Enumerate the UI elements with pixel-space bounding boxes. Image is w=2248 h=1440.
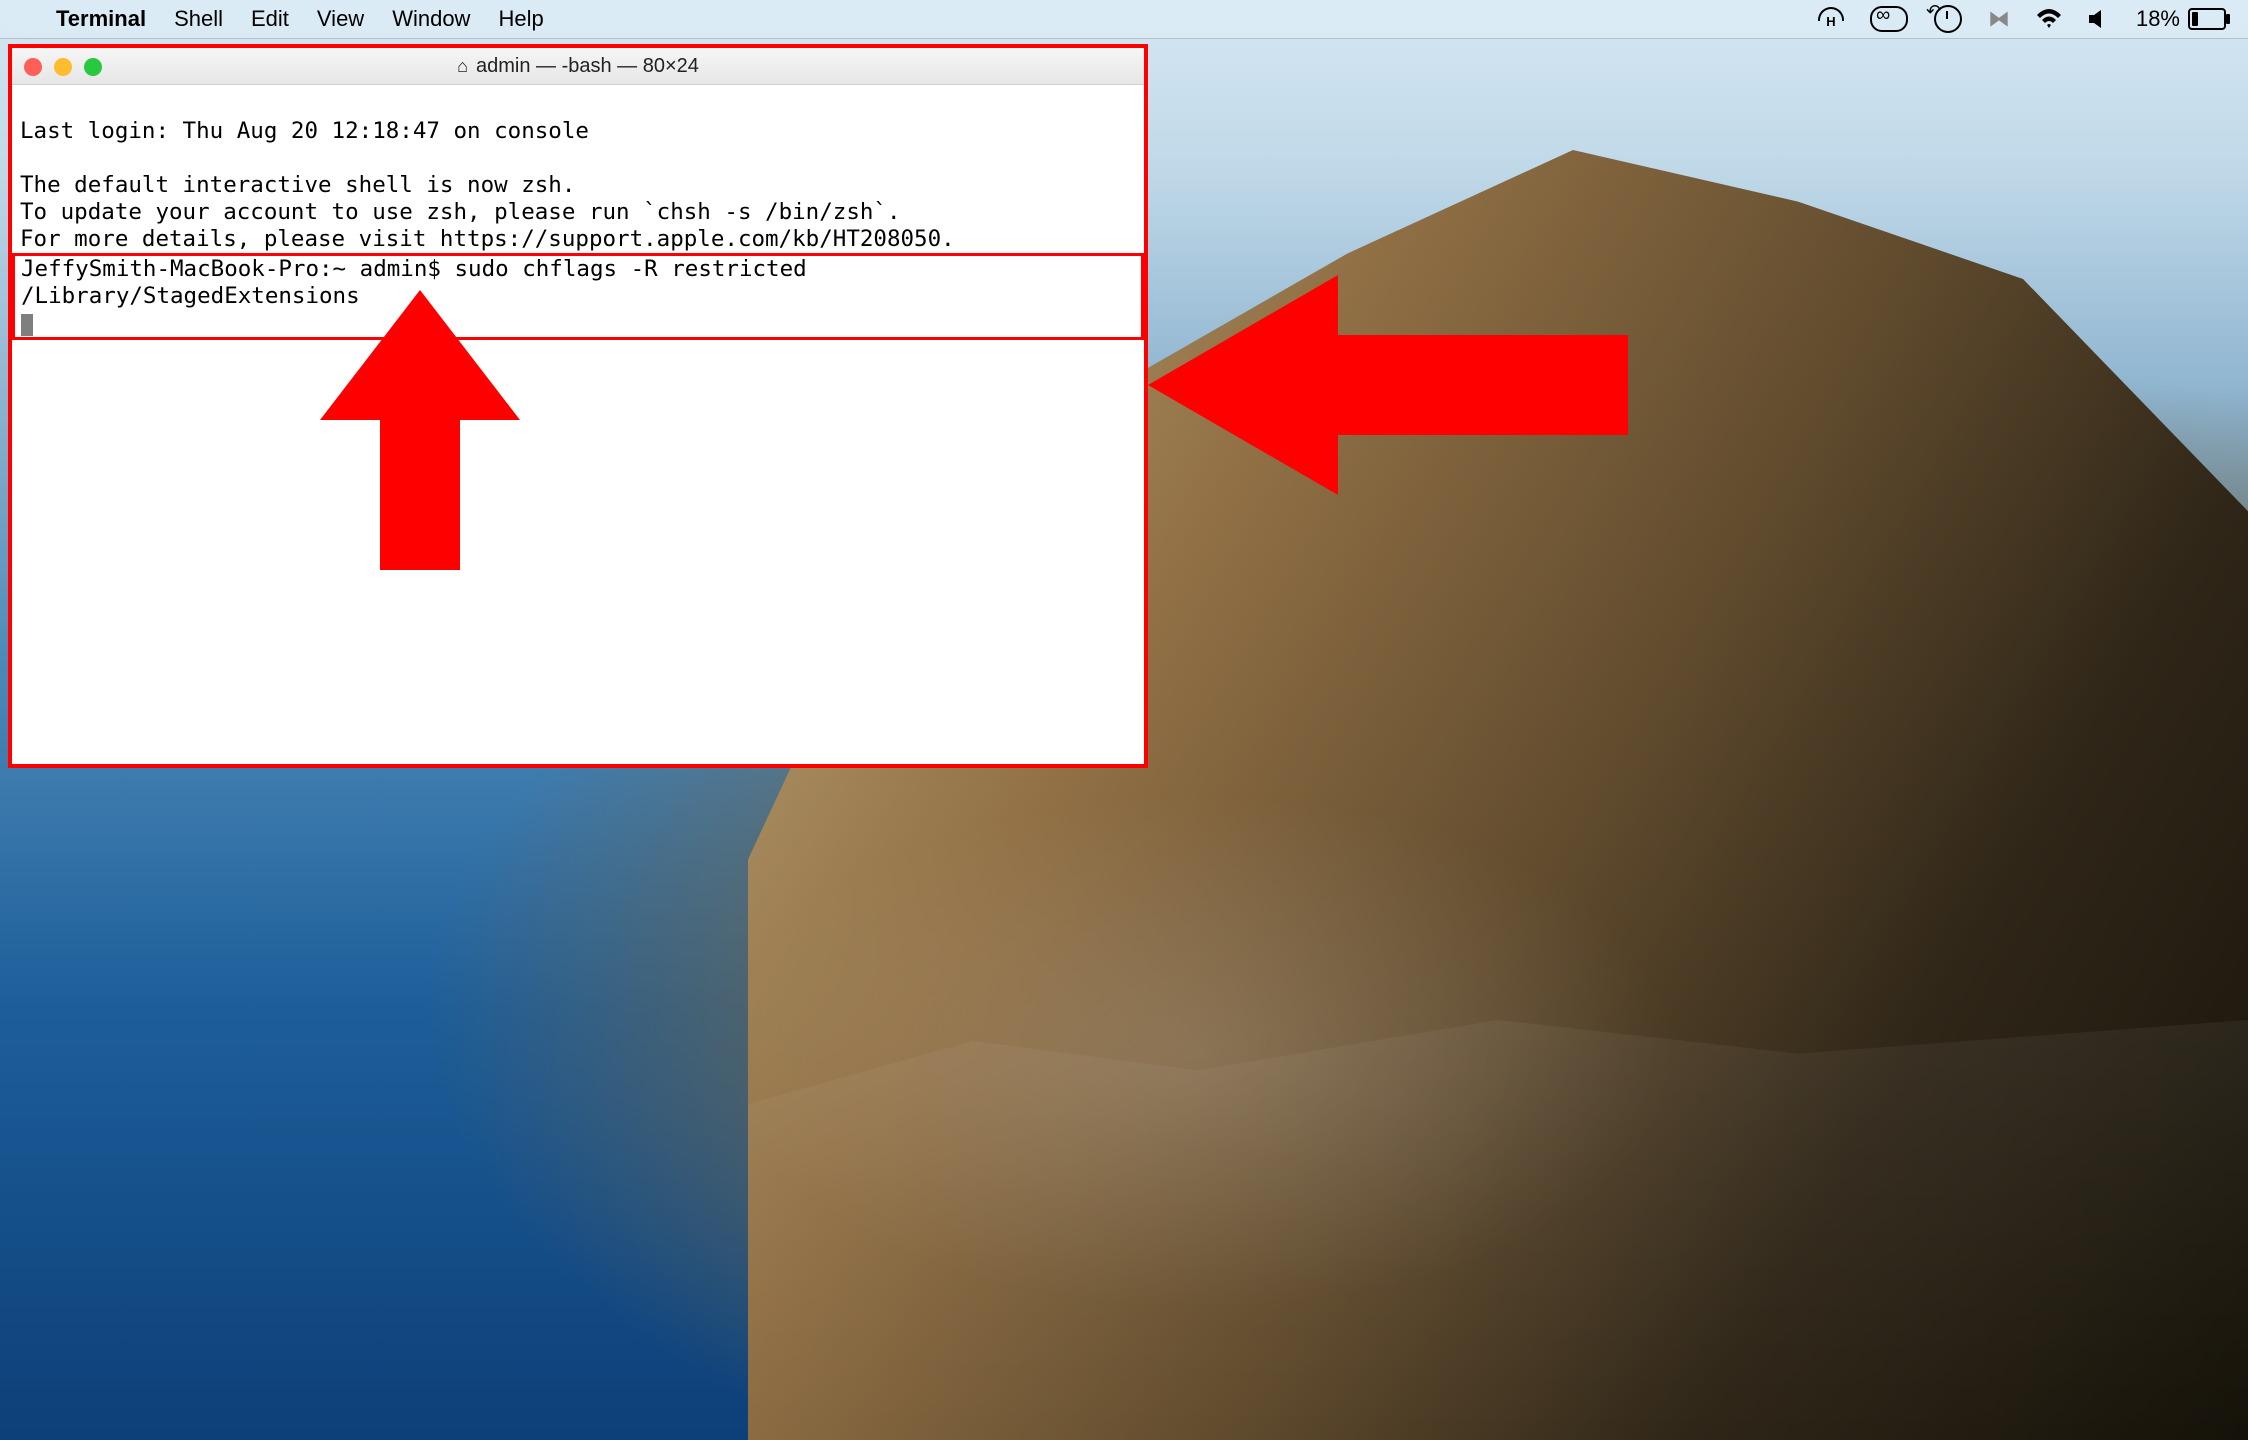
- window-minimize-button[interactable]: [54, 58, 72, 76]
- battery-status[interactable]: 18%: [2136, 6, 2226, 32]
- terminal-line: To update your account to use zsh, pleas…: [20, 199, 901, 225]
- terminal-prompt: JeffySmith-MacBook-Pro:~ admin$: [21, 256, 454, 282]
- window-close-button[interactable]: [24, 58, 42, 76]
- terminal-line: For more details, please visit https://s…: [20, 226, 955, 252]
- bluetooth-off-icon[interactable]: ⧓: [1988, 6, 2010, 32]
- creative-cloud-icon[interactable]: [1870, 6, 1908, 32]
- terminal-window-highlight: ⌂ admin — -bash — 80×24 Last login: Thu …: [8, 44, 1148, 768]
- battery-icon: [2188, 8, 2226, 30]
- menubar-item-help[interactable]: Help: [498, 6, 543, 32]
- volume-icon[interactable]: [2088, 9, 2110, 29]
- wifi-icon[interactable]: [2036, 9, 2062, 29]
- menubar-item-shell[interactable]: Shell: [174, 6, 223, 32]
- home-icon: ⌂: [457, 56, 468, 77]
- annotation-arrow-left: [1148, 275, 1628, 495]
- menubar-item-edit[interactable]: Edit: [251, 6, 289, 32]
- terminal-cursor: [21, 314, 33, 336]
- terminal-line: Last login: Thu Aug 20 12:18:47 on conso…: [20, 118, 589, 144]
- terminal-titlebar[interactable]: ⌂ admin — -bash — 80×24: [12, 48, 1144, 85]
- terminal-command-highlight: JeffySmith-MacBook-Pro:~ admin$ sudo chf…: [12, 253, 1144, 340]
- menubar-item-window[interactable]: Window: [392, 6, 470, 32]
- terminal-title: admin — -bash — 80×24: [476, 55, 699, 78]
- terminal-line: The default interactive shell is now zsh…: [20, 172, 575, 198]
- macos-menubar: Terminal Shell Edit View Window Help ⧓ 1…: [0, 0, 2248, 38]
- wallpaper-shore: [748, 1020, 2248, 1440]
- window-zoom-button[interactable]: [84, 58, 102, 76]
- hotspot-icon[interactable]: [1818, 8, 1844, 30]
- menubar-app-name[interactable]: Terminal: [56, 6, 146, 32]
- battery-percentage: 18%: [2136, 6, 2180, 32]
- time-machine-icon[interactable]: [1934, 5, 1962, 33]
- menubar-item-view[interactable]: View: [317, 6, 364, 32]
- annotation-arrow-up: [320, 290, 520, 570]
- terminal-body[interactable]: Last login: Thu Aug 20 12:18:47 on conso…: [12, 85, 1144, 765]
